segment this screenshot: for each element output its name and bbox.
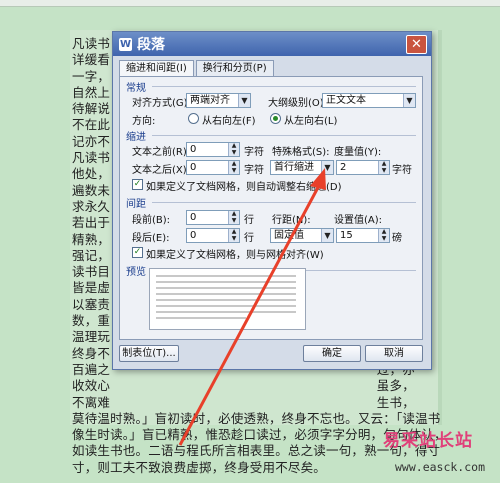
arrow-head bbox=[310, 168, 326, 190]
watermark-url: www.easck.com bbox=[395, 460, 486, 474]
watermark-title: 易采站长站 bbox=[383, 431, 473, 451]
annotation-arrow bbox=[178, 168, 326, 446]
arrow-shaft bbox=[178, 179, 324, 446]
site-watermark: 易采站长站 www.easck.com bbox=[375, 420, 500, 483]
